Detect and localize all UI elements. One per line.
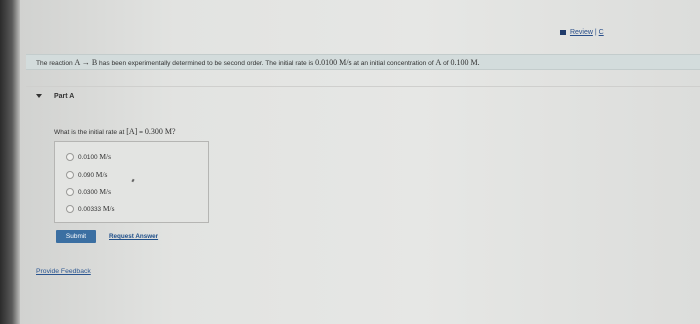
- separator: |: [594, 29, 597, 36]
- answer-unit: M/s: [99, 152, 111, 161]
- question-species: [A]: [126, 127, 138, 136]
- top-links: Review | C: [560, 29, 604, 36]
- answer-value: 0.090: [78, 172, 94, 179]
- answer-value: 0.00333: [78, 206, 102, 213]
- answer-option[interactable]: 0.090 M/s: [66, 170, 108, 180]
- part-label: Part A: [54, 93, 75, 100]
- review-link[interactable]: Review: [570, 29, 593, 36]
- answer-choices: 0.0100 M/s 0.090 M/s 0.0300 M/s 0.00333 …: [54, 141, 209, 223]
- radio-button[interactable]: [66, 171, 74, 180]
- review-icon: [560, 29, 566, 35]
- window-edge: [0, 0, 20, 324]
- problem-intro: The reaction A → B has been experimental…: [26, 54, 700, 70]
- reaction: A → B: [74, 58, 98, 67]
- answer-unit: M/s: [102, 204, 115, 213]
- question-text: What is the initial rate at [A] = 0.300 …: [54, 127, 176, 136]
- answer-option[interactable]: 0.0100 M/s: [66, 152, 111, 162]
- answer-value: 0.0300: [78, 189, 98, 196]
- question-prefix: What is the initial rate at: [54, 129, 127, 136]
- provide-feedback-link[interactable]: Provide Feedback: [36, 268, 91, 275]
- initial-rate: 0.0100 M/s: [315, 58, 352, 67]
- answer-option[interactable]: 0.00333 M/s: [66, 204, 115, 214]
- answer-unit: M/s: [95, 170, 108, 179]
- radio-button[interactable]: [66, 205, 74, 214]
- intro-text: has been experimentally determined to be…: [97, 60, 316, 67]
- collapse-triangle-icon[interactable]: [36, 94, 42, 99]
- part-a-toggle[interactable]: Part A: [36, 93, 74, 100]
- intro-text: at an initial concentration of: [351, 60, 436, 67]
- question-value: 0.300 M?: [144, 127, 176, 136]
- radio-button[interactable]: [66, 153, 74, 162]
- constants-link[interactable]: C: [599, 29, 604, 36]
- intro-text: The reaction: [36, 60, 75, 67]
- answer-value: 0.0100: [78, 154, 98, 161]
- divider: [26, 86, 700, 87]
- initial-concentration: 0.100 M.: [450, 58, 480, 67]
- radio-button[interactable]: [66, 188, 74, 197]
- answer-unit: M/s: [99, 187, 111, 196]
- answer-option[interactable]: 0.0300 M/s: [66, 187, 111, 197]
- submit-button[interactable]: Submit: [56, 230, 96, 243]
- request-answer-link[interactable]: Request Answer: [109, 233, 158, 240]
- question-equals: =: [137, 129, 145, 136]
